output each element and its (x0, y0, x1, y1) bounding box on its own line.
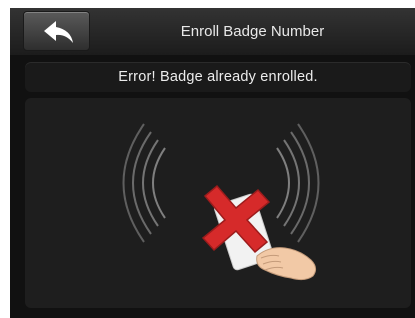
page-title: Enroll Badge Number (180, 23, 325, 40)
illustration-panel (25, 98, 411, 308)
status-message-bar: Error! Badge already enrolled. (25, 62, 411, 92)
device-screen: Enroll Badge Number Error! Badge already… (10, 8, 415, 318)
title-bar: Enroll Badge Number (10, 8, 415, 55)
hand-icon (256, 247, 317, 281)
back-button[interactable] (23, 11, 90, 51)
back-arrow-icon (44, 21, 73, 43)
error-message: Error! Badge already enrolled. (118, 69, 318, 85)
